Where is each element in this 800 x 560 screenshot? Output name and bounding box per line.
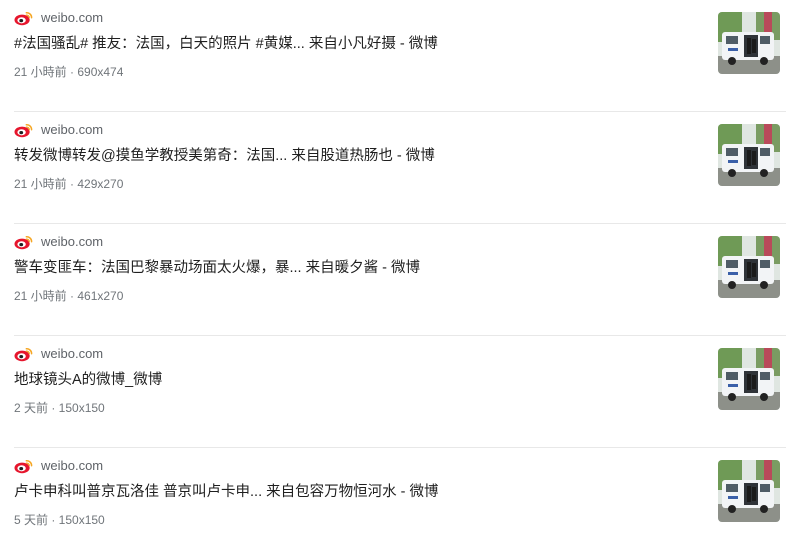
police-van-thumbnail-image bbox=[718, 460, 780, 522]
police-van-thumbnail-image bbox=[718, 124, 780, 186]
result-site: weibo.com bbox=[41, 458, 104, 473]
result-thumbnail[interactable] bbox=[718, 348, 780, 410]
result-source: weibo.com bbox=[14, 10, 103, 26]
result-meta: 2 天前 · 150x150 bbox=[14, 401, 105, 415]
result-title-link[interactable]: 警车变匪车：法国巴黎暴动场面太火爆，暴... 来自暖夕酱 - 微博 bbox=[14, 258, 420, 278]
result-meta: 5 天前 · 150x150 bbox=[14, 513, 105, 527]
police-van-thumbnail-image bbox=[718, 348, 780, 410]
police-van-thumbnail-image bbox=[718, 12, 780, 74]
police-van-thumbnail-image bbox=[718, 236, 780, 298]
result-thumbnail[interactable] bbox=[718, 12, 780, 74]
result-site: weibo.com bbox=[41, 10, 104, 25]
result-source: weibo.com bbox=[14, 234, 103, 250]
result-item[interactable]: weibo.com 地球镜头A的微博_微博 2 天前 · 150x150 bbox=[0, 336, 800, 448]
result-item[interactable]: weibo.com #法国骚乱# 推友：法国，白天的照片 #黄媒... 来自小凡… bbox=[0, 0, 800, 112]
result-meta: 21 小時前 · 461x270 bbox=[14, 289, 124, 303]
result-meta: 21 小時前 · 429x270 bbox=[14, 177, 124, 191]
search-results: weibo.com #法国骚乱# 推友：法国，白天的照片 #黄媒... 来自小凡… bbox=[0, 0, 800, 534]
result-source: weibo.com bbox=[14, 122, 103, 138]
result-site: weibo.com bbox=[41, 122, 104, 137]
result-source: weibo.com bbox=[14, 346, 103, 362]
weibo-logo-icon bbox=[14, 460, 33, 474]
result-item[interactable]: weibo.com 警车变匪车：法国巴黎暴动场面太火爆，暴... 来自暖夕酱 -… bbox=[0, 224, 800, 336]
result-site: weibo.com bbox=[41, 346, 104, 361]
result-title-link[interactable]: 卢卡申科叫普京瓦洛佳 普京叫卢卡申... 来自包容万物恒河水 - 微博 bbox=[14, 482, 439, 502]
result-item[interactable]: weibo.com 卢卡申科叫普京瓦洛佳 普京叫卢卡申... 来自包容万物恒河水… bbox=[0, 448, 800, 560]
result-site: weibo.com bbox=[41, 234, 104, 249]
result-source: weibo.com bbox=[14, 458, 103, 474]
result-item[interactable]: weibo.com 转发微博转发@摸鱼学教授美第奇：法国... 来自股道热肠也 … bbox=[0, 112, 800, 224]
result-title-link[interactable]: 地球镜头A的微博_微博 bbox=[14, 370, 162, 390]
weibo-logo-icon bbox=[14, 12, 33, 26]
result-thumbnail[interactable] bbox=[718, 124, 780, 186]
result-meta: 21 小時前 · 690x474 bbox=[14, 65, 124, 79]
result-thumbnail[interactable] bbox=[718, 236, 780, 298]
result-title-link[interactable]: 转发微博转发@摸鱼学教授美第奇：法国... 来自股道热肠也 - 微博 bbox=[14, 146, 435, 166]
weibo-logo-icon bbox=[14, 348, 33, 362]
result-title-link[interactable]: #法国骚乱# 推友：法国，白天的照片 #黄媒... 来自小凡好摄 - 微博 bbox=[14, 34, 438, 54]
weibo-logo-icon bbox=[14, 236, 33, 250]
result-thumbnail[interactable] bbox=[718, 460, 780, 522]
weibo-logo-icon bbox=[14, 124, 33, 138]
